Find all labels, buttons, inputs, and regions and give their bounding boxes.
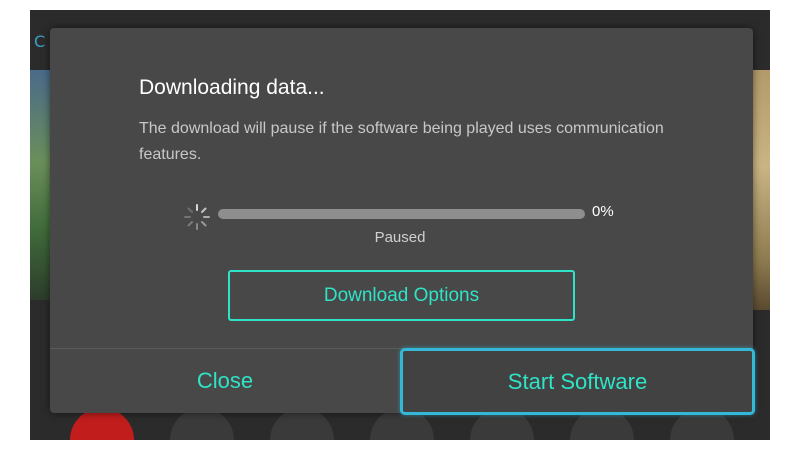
download-dialog: Downloading data... The download will pa… <box>50 28 755 415</box>
download-progress-bar <box>218 209 585 219</box>
progress-percent: 0% <box>592 203 614 220</box>
start-software-button[interactable]: Start Software <box>400 348 755 415</box>
dialog-description: The download will pause if the software … <box>139 120 664 163</box>
loading-spinner-icon <box>184 204 210 230</box>
dialog-title: Downloading data... <box>139 76 325 99</box>
download-options-button[interactable]: Download Options <box>228 270 575 321</box>
close-button[interactable]: Close <box>50 349 400 413</box>
background-game-tile-left <box>30 70 50 300</box>
background-game-tile-right <box>750 70 770 310</box>
home-menu-fragment-icon: C <box>34 32 46 51</box>
download-status: Paused <box>374 229 426 246</box>
